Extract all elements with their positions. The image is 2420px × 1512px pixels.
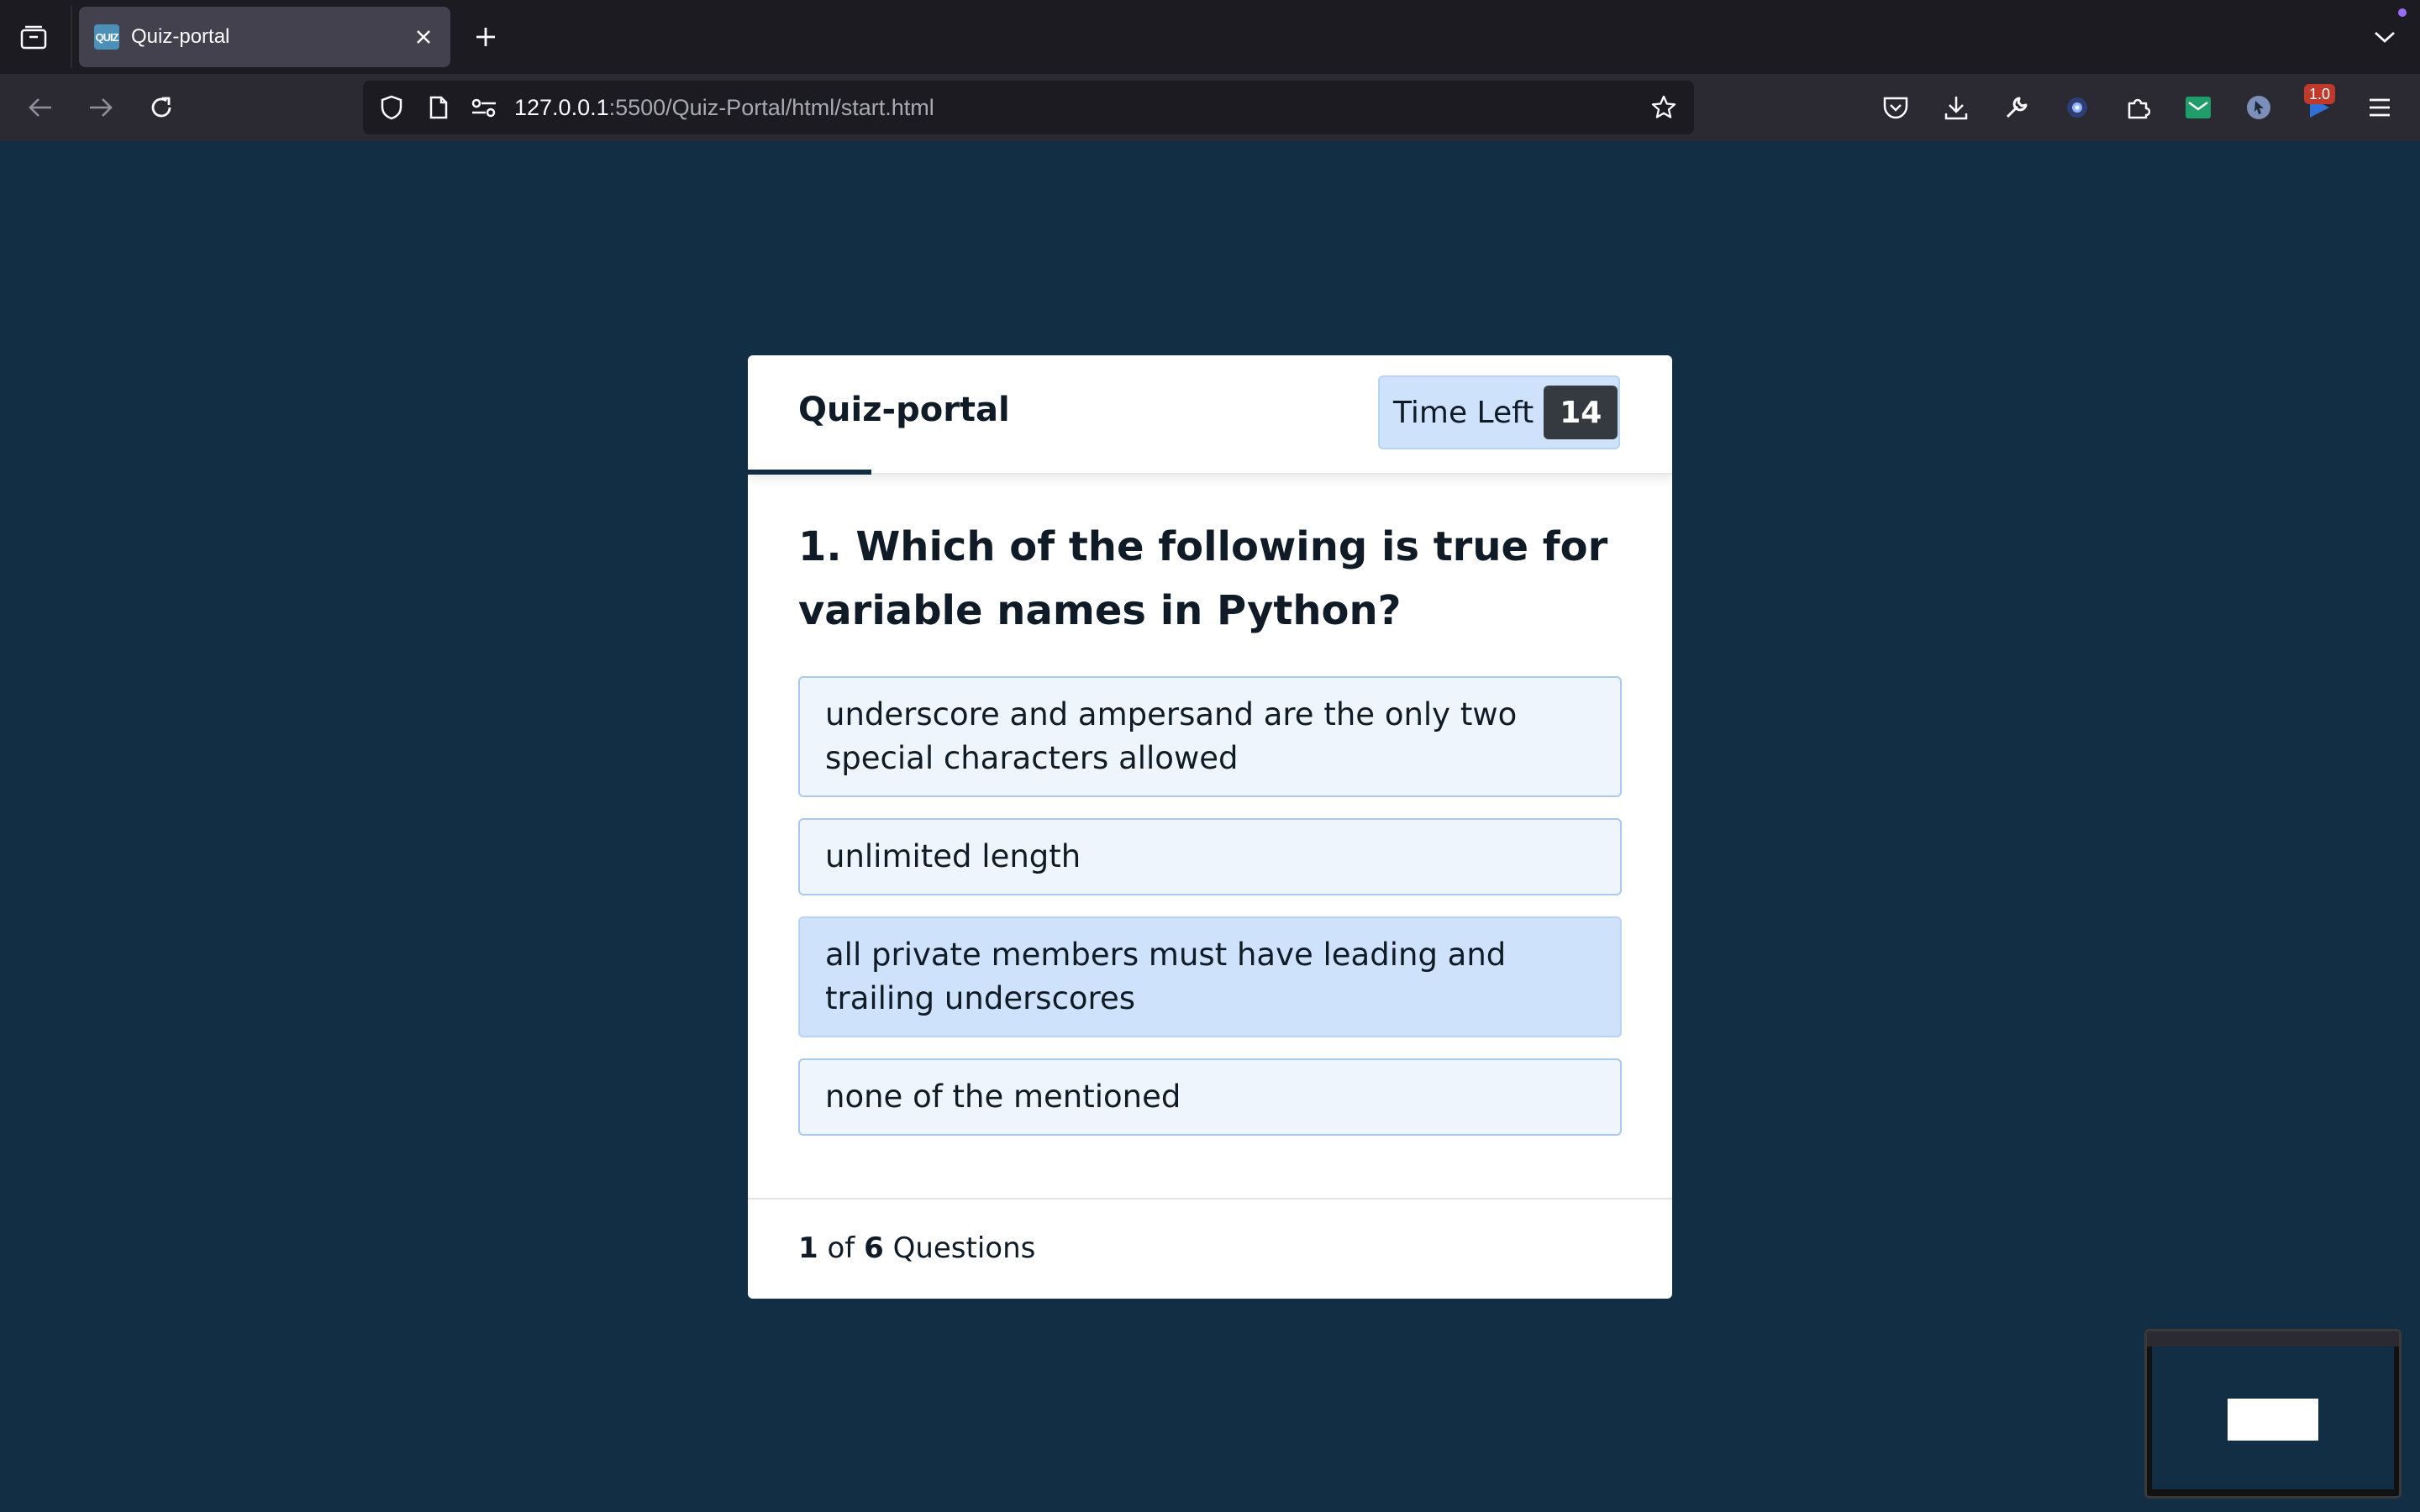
notification-dot — [2398, 8, 2407, 17]
navigation-toolbar: 127.0.0.1:5500/Quiz-Portal/html/start.ht… — [0, 74, 2420, 141]
screen-preview-thumbnail[interactable] — [2144, 1329, 2402, 1499]
permissions-icon[interactable] — [469, 92, 499, 123]
extension-badge: 1.0 — [2304, 84, 2336, 104]
tab-list-icon[interactable] — [17, 22, 50, 52]
browser-tab[interactable]: QUIZ Quiz-portal — [79, 7, 450, 67]
quiz-header: Quiz-portal Time Left 14 — [748, 355, 1672, 475]
option-4[interactable]: none of the mentioned — [798, 1058, 1622, 1136]
preview-chrome — [2147, 1331, 2399, 1347]
reload-icon[interactable] — [145, 91, 178, 124]
quiz-title: Quiz-portal — [798, 391, 1010, 429]
cursor-icon[interactable] — [2242, 91, 2275, 124]
pocket-icon[interactable] — [1879, 91, 1912, 124]
forward-arrow-icon[interactable] — [84, 91, 118, 124]
extension-icon[interactable] — [2060, 91, 2094, 124]
plus-icon[interactable] — [469, 20, 502, 54]
current-question: 1 — [798, 1231, 818, 1265]
counter-suffix: Questions — [892, 1231, 1036, 1265]
puzzle-icon[interactable] — [2121, 91, 2154, 124]
quiz-card: Quiz-portal Time Left 14 1. Which of the… — [748, 355, 1672, 1299]
question-text: 1. Which of the following is true for va… — [798, 523, 1608, 634]
timer-value: 14 — [1544, 386, 1618, 439]
timer-label: Time Left — [1393, 395, 1534, 430]
time-progress-bar — [748, 470, 871, 475]
wrench-icon[interactable] — [2000, 91, 2033, 124]
close-icon[interactable] — [407, 20, 440, 54]
tab-bar: QUIZ Quiz-portal — [0, 0, 2420, 74]
timer: Time Left 14 — [1378, 375, 1620, 449]
quiz-favicon-icon: QUIZ — [94, 24, 119, 50]
url-host: 127.0.0.1 — [514, 94, 609, 120]
menu-icon[interactable] — [2363, 91, 2396, 124]
url-path: :5500/Quiz-Portal/html/start.html — [608, 94, 934, 120]
question-counter: 1 of 6 Questions — [798, 1231, 1035, 1265]
download-icon[interactable] — [1939, 91, 1973, 124]
chevron-down-icon[interactable] — [2368, 22, 2402, 52]
option-1[interactable]: underscore and ampersand are the only tw… — [798, 676, 1622, 797]
url-bar[interactable]: 127.0.0.1:5500/Quiz-Portal/html/start.ht… — [363, 81, 1694, 134]
star-icon[interactable] — [1647, 91, 1681, 124]
preview-card — [2228, 1399, 2318, 1441]
page-icon[interactable] — [424, 92, 454, 123]
shield-icon[interactable] — [376, 92, 407, 123]
counter-of: of — [827, 1231, 855, 1265]
quiz-footer: 1 of 6 Questions — [748, 1198, 1672, 1299]
tab-title: Quiz-portal — [131, 25, 230, 48]
total-questions: 6 — [864, 1231, 884, 1265]
url-text[interactable]: 127.0.0.1:5500/Quiz-Portal/html/start.ht… — [514, 95, 1647, 121]
tab-divider — [71, 5, 72, 69]
option-3[interactable]: all private members must have leading an… — [798, 916, 1622, 1037]
option-2[interactable]: unlimited length — [798, 818, 1622, 895]
mail-icon[interactable] — [2181, 91, 2215, 124]
back-arrow-icon[interactable] — [24, 91, 57, 124]
